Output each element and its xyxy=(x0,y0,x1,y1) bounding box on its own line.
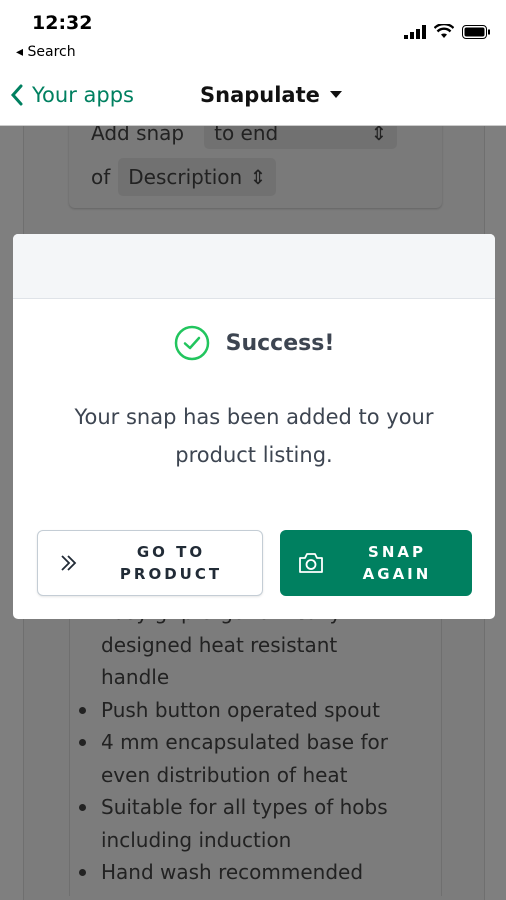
description-line: Push button operated spout xyxy=(78,694,408,727)
position-value: to end xyxy=(214,126,279,145)
back-button[interactable]: Your apps xyxy=(10,83,134,107)
status-bar: 12:32 ◂ Search xyxy=(0,0,506,75)
modal-title: Success! xyxy=(225,330,335,356)
go-to-product-button[interactable]: GO TO PRODUCT xyxy=(37,530,263,596)
description-line: even distribution of heat xyxy=(101,762,348,787)
up-down-chevron-icon: ⇕ xyxy=(370,126,388,145)
description-line: designed heat resistant handle xyxy=(101,632,338,690)
back-label: Your apps xyxy=(32,83,134,107)
snap-again-button[interactable]: SNAP AGAIN xyxy=(280,530,472,596)
modal-message: Your snap has been added to your product… xyxy=(74,405,434,467)
battery-icon xyxy=(462,24,490,39)
of-label: of xyxy=(91,165,111,189)
position-select[interactable]: to end ⇕ xyxy=(204,126,398,149)
check-circle-icon xyxy=(174,325,209,361)
back-search-label: Search xyxy=(27,44,76,60)
double-chevron-right-icon xyxy=(38,554,100,572)
description-line: Suitable for all types of hobs xyxy=(78,791,408,824)
chevron-left-icon xyxy=(10,84,23,106)
add-snap-label: Add snap xyxy=(91,126,185,145)
modal-header xyxy=(13,234,495,299)
back-to-search[interactable]: ◂ Search xyxy=(16,44,76,60)
caret-down-icon xyxy=(329,91,342,98)
wifi-icon xyxy=(434,24,454,38)
description-preview: Easy grip ergonomicallydesigned heat res… xyxy=(69,596,442,896)
description-line: including induction xyxy=(101,827,292,852)
snap-settings-card: Add snap to end ⇕ of Description ⇕ xyxy=(69,126,442,208)
go-button-line1: GO TO xyxy=(136,543,206,561)
signal-icon xyxy=(404,24,426,39)
app-title: Snapulate xyxy=(200,83,320,107)
camera-icon xyxy=(280,552,342,574)
description-line: 4 mm encapsulated base for xyxy=(78,726,408,759)
nav-bar: Your apps Snapulate xyxy=(0,75,506,126)
go-button-line2: PRODUCT xyxy=(119,565,223,583)
snap-button-line1: SNAP xyxy=(368,543,426,561)
success-modal: Success! Your snap has been added to you… xyxy=(13,234,495,619)
clock: 12:32 xyxy=(32,12,93,34)
snap-button-line2: AGAIN xyxy=(362,565,432,583)
app-title-dropdown[interactable]: Snapulate xyxy=(200,83,342,107)
description-line: Hand wash recommended xyxy=(78,856,408,889)
field-value: Description xyxy=(128,165,243,189)
up-down-chevron-icon: ⇕ xyxy=(249,165,267,189)
field-select[interactable]: Description ⇕ xyxy=(118,158,277,196)
